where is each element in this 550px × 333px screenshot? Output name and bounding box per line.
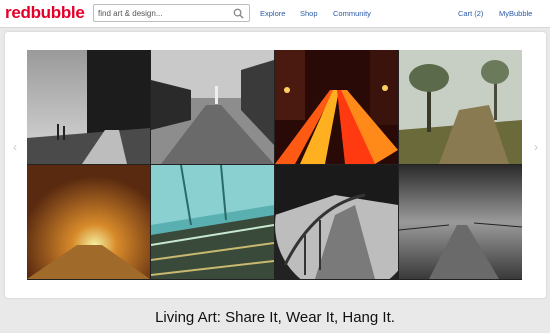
artwork-image-light-trails <box>275 50 398 164</box>
logo-text-red: red <box>5 3 31 22</box>
artwork-image-autumn-tunnel <box>27 165 150 279</box>
search-icon[interactable] <box>233 8 244 19</box>
prev-arrow-icon[interactable]: ‹ <box>13 140 17 154</box>
artwork-tile[interactable] <box>399 165 522 279</box>
artwork-image-fisheye-railing <box>275 165 398 279</box>
artwork-tile[interactable] <box>275 50 398 164</box>
nav-cart[interactable]: Cart (2) <box>458 9 483 18</box>
nav-community[interactable]: Community <box>333 9 371 18</box>
top-header: redbubble Explore Shop Community Cart (2… <box>0 0 550 28</box>
nav-explore[interactable]: Explore <box>260 9 285 18</box>
artwork-image-glass-walkway <box>151 165 274 279</box>
next-arrow-icon[interactable]: › <box>534 140 538 154</box>
artwork-image-misty-road <box>399 165 522 279</box>
artwork-tile[interactable] <box>399 50 522 164</box>
search-box <box>93 4 250 22</box>
nav-mybubble[interactable]: MyBubble <box>499 9 532 18</box>
hero-tagline: Living Art: Share It, Wear It, Hang It. <box>155 309 395 326</box>
hero-panel: ‹ › <box>5 32 546 298</box>
search-input[interactable] <box>98 6 228 20</box>
artwork-tile[interactable] <box>151 50 274 164</box>
artwork-tile[interactable] <box>151 165 274 279</box>
artwork-image-misty-tree <box>399 50 522 164</box>
artwork-image-bw-path <box>27 50 150 164</box>
redbubble-logo[interactable]: redbubble <box>5 3 85 23</box>
nav-shop[interactable]: Shop <box>300 9 318 18</box>
artwork-tile[interactable] <box>275 165 398 279</box>
artwork-image-bw-street <box>151 50 274 164</box>
logo-text-bubble: bubble <box>30 3 85 22</box>
artwork-tile[interactable] <box>27 50 150 164</box>
artwork-grid <box>27 50 522 280</box>
artwork-tile[interactable] <box>27 165 150 279</box>
